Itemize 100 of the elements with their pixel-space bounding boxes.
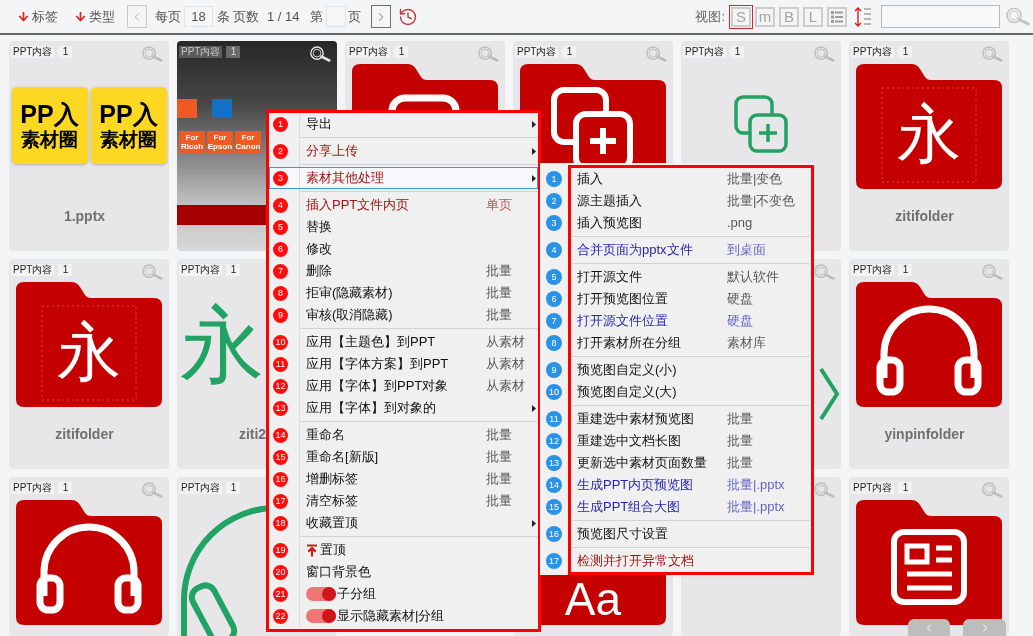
item-count: 1 — [898, 46, 913, 58]
item-count: 1 — [730, 46, 745, 58]
item-hint: 从素材 — [486, 333, 525, 352]
item-hint: 硬盘 — [727, 290, 753, 309]
item-hint: 批量 — [486, 262, 512, 281]
item-number: 13 — [273, 400, 288, 416]
item-number: 7 — [273, 263, 288, 279]
item-number: 22 — [273, 608, 288, 624]
item-number: 1 — [546, 171, 562, 187]
item-hint: 批量|.pptx — [727, 498, 785, 517]
item-hint: 批量 — [486, 306, 512, 325]
item-number: 13 — [546, 455, 562, 471]
item-number: 16 — [273, 471, 288, 487]
folder-glyph: 永 — [57, 319, 121, 384]
item-number: 6 — [273, 241, 288, 257]
item-hint: 硬盘 — [727, 312, 753, 331]
item-hint: 批量 — [486, 426, 512, 445]
item-hint: 默认软件 — [727, 268, 779, 287]
item-count: 1 — [58, 482, 73, 494]
slide-tile: For Epson — [207, 131, 233, 153]
per-page-unit: 条 — [217, 7, 230, 26]
item-count: 1 — [226, 46, 241, 58]
item-hint: 批量 — [727, 410, 753, 429]
category-tag: PPT内容 — [179, 482, 223, 494]
item-hint: 批量|变色 — [727, 170, 783, 189]
item-number: 19 — [273, 542, 288, 558]
item-number: 9 — [546, 362, 562, 378]
page-count-label: 页数 — [233, 7, 259, 26]
item-count: 1 — [226, 482, 241, 494]
item-number: 21 — [273, 586, 288, 602]
item-hint: 批量 — [486, 284, 512, 303]
logo-title: PP入 — [20, 102, 79, 127]
item-number: 4 — [273, 197, 288, 213]
item-hint: 从素材 — [486, 377, 525, 396]
category-tag: PPT内容 — [851, 264, 895, 276]
item-number: 7 — [546, 313, 562, 329]
item-number: 2 — [546, 193, 562, 209]
item-hint: 批量 — [486, 492, 512, 511]
item-hint: 批量|不变色 — [727, 192, 796, 211]
item-number: 17 — [546, 553, 562, 569]
category-tag: PPT内容 — [851, 46, 895, 58]
item-number: 14 — [546, 477, 562, 493]
item-number: 5 — [546, 269, 562, 285]
font-sample-glyph: 永 — [180, 302, 264, 387]
item-number: 15 — [273, 449, 288, 465]
item-count: 1 — [394, 46, 409, 58]
item-count: 1 — [562, 46, 577, 58]
item-hint: 批量 — [727, 432, 753, 451]
item-count: 1 — [58, 46, 73, 58]
item-number: 8 — [273, 285, 288, 301]
item-count: 1 — [898, 264, 913, 276]
category-tag: PPT内容 — [851, 482, 895, 494]
category-tag: PPT内容 — [179, 46, 223, 58]
page-count: 1 / 14 — [267, 7, 300, 26]
item-number: 6 — [546, 291, 562, 307]
category-tag: PPT内容 — [683, 46, 727, 58]
item-number: 8 — [546, 335, 562, 351]
category-tag: PPT内容 — [11, 264, 55, 276]
file-name: 1.pptx — [63, 207, 106, 225]
item-hint: 批量 — [486, 470, 512, 489]
logo-subtitle: 素材圈 — [21, 130, 78, 149]
item-hint: 从素材 — [486, 355, 525, 374]
item-number: 3 — [546, 215, 562, 231]
item-number: 3 — [273, 170, 288, 186]
item-number: 14 — [273, 427, 288, 443]
goto-page-label: 第 — [309, 7, 323, 26]
item-number: 11 — [273, 356, 288, 372]
item-number: 15 — [546, 499, 562, 515]
item-number: 11 — [546, 411, 562, 427]
category-tag: PPT内容 — [179, 264, 223, 276]
category-tag: PPT内容 — [515, 46, 559, 58]
category-tag: PPT内容 — [11, 46, 55, 58]
category-tag: PPT内容 — [11, 482, 55, 494]
item-hint: 批量 — [727, 454, 753, 473]
item-number: 10 — [546, 384, 562, 400]
item-number: 20 — [273, 564, 288, 580]
item-number: 2 — [273, 143, 288, 159]
logo-subtitle: 素材圈 — [100, 130, 157, 149]
slide-tile: For Ricoh — [179, 131, 205, 153]
file-name: zitifolder — [895, 207, 954, 225]
item-number: 18 — [273, 515, 288, 531]
item-number: 5 — [273, 219, 288, 235]
folder-glyph: 永 — [897, 101, 961, 166]
item-hint: 单页 — [486, 196, 512, 215]
item-number: 1 — [273, 116, 288, 132]
slide-tile: For Canon — [235, 131, 261, 153]
goto-page-unit: 页 — [347, 7, 361, 26]
category-tag: PPT内容 — [347, 46, 391, 58]
logo-title: PP入 — [99, 102, 158, 127]
item-number: 12 — [273, 378, 288, 394]
item-number: 4 — [546, 242, 562, 258]
item-number: 17 — [273, 493, 288, 509]
file-name: ziti2 — [238, 425, 267, 443]
item-count: 1 — [226, 264, 241, 276]
item-number: 10 — [273, 334, 288, 350]
item-count: 1 — [898, 482, 913, 494]
item-number: 9 — [273, 307, 288, 323]
per-page-label: 每页 — [155, 7, 181, 26]
item-hint: 批量 — [486, 448, 512, 467]
view-label: 视图: — [695, 7, 725, 26]
